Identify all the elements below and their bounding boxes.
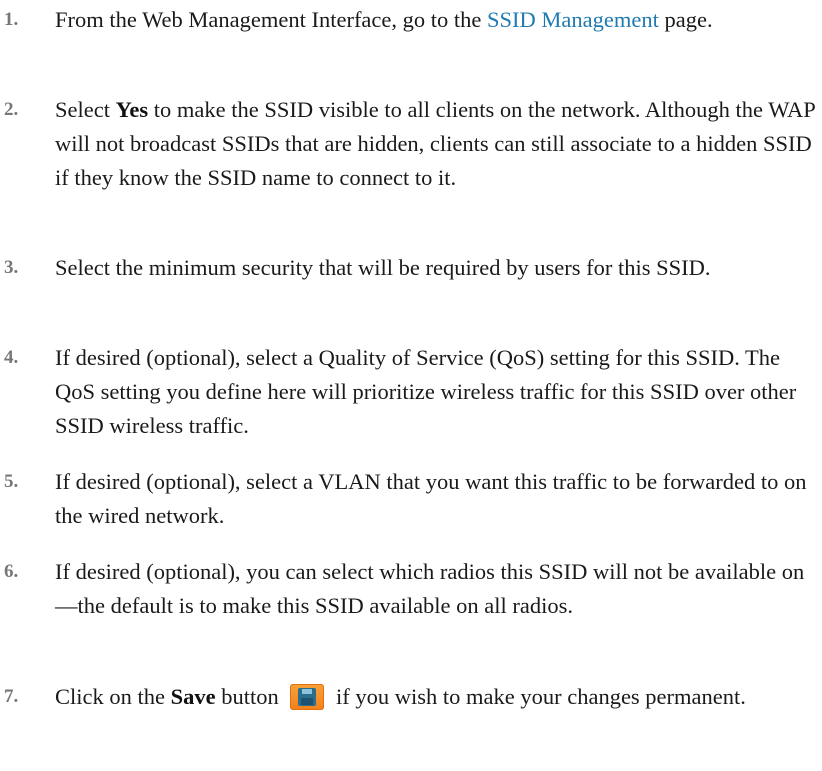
step-text: Select the minimum security that will be… — [55, 255, 711, 280]
step-text-middle: button — [215, 684, 285, 709]
step-number: 2. — [4, 99, 19, 120]
ssid-management-link[interactable]: SSID Management — [487, 7, 659, 32]
step-text: If desired (optional), select a Quality … — [55, 345, 797, 438]
step-text: Click on the Save button if you wish to … — [55, 680, 820, 714]
step-number: 7. — [4, 686, 19, 707]
step-number: 5. — [4, 471, 19, 492]
instruction-list: 1. From the Web Management Interface, go… — [0, 0, 822, 771]
step-text-prefix: Select — [55, 97, 116, 122]
step-text: From the Web Management Interface, go to… — [55, 3, 820, 37]
step-text-suffix: to make the SSID visible to all clients … — [55, 97, 815, 190]
step-text-suffix: if you wish to make your changes permane… — [330, 684, 746, 709]
step-text: Select Yes to make the SSID visible to a… — [55, 93, 820, 195]
step-text-prefix: From the Web Management Interface, go to… — [55, 7, 488, 32]
step-text: If desired (optional), you can select wh… — [55, 559, 805, 618]
step-number: 6. — [4, 561, 19, 582]
step-text-prefix: Click on the — [55, 684, 171, 709]
option-yes: Yes — [115, 97, 149, 122]
save-disk-icon — [290, 683, 325, 710]
save-label: Save — [170, 684, 216, 709]
step-text-suffix: page. — [658, 7, 713, 32]
step-number: 3. — [4, 257, 19, 278]
step-number: 4. — [4, 347, 19, 368]
step-text: If desired (optional), select a VLAN tha… — [55, 469, 807, 528]
step-number: 1. — [4, 9, 19, 30]
